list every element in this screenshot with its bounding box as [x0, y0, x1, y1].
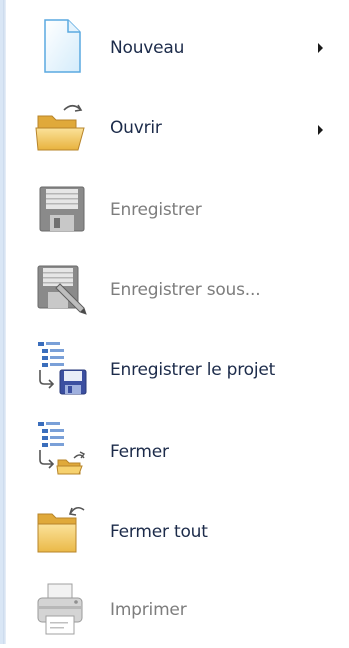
menu-item-label: Enregistrer [110, 200, 202, 220]
new-document-icon [34, 18, 90, 74]
menu-item-new[interactable]: Nouveau [0, 8, 349, 88]
menu-item-label: Imprimer [110, 600, 187, 620]
close-project-icon [34, 420, 90, 476]
menu-item-save[interactable]: Enregistrer [0, 168, 349, 248]
menu-item-open[interactable]: Ouvrir [0, 88, 349, 168]
submenu-arrow-icon [318, 43, 323, 53]
menu-item-label: Fermer [110, 442, 169, 462]
menu-item-label: Ouvrir [110, 118, 162, 138]
save-as-icon [34, 262, 90, 318]
menu-item-close[interactable]: Fermer [0, 408, 349, 488]
menu-item-save-project[interactable]: Enregistrer le projet [0, 328, 349, 408]
open-folder-icon [34, 100, 90, 156]
printer-icon [34, 582, 90, 638]
save-project-icon [34, 340, 90, 396]
submenu-arrow-icon [318, 125, 323, 135]
menu-item-print[interactable]: Imprimer [0, 568, 349, 648]
menu-item-save-as[interactable]: Enregistrer sous... [0, 248, 349, 328]
file-menu: Nouveau Ouvrir Enregistrer Enregistrer s… [0, 0, 349, 644]
menu-item-label: Enregistrer le projet [110, 360, 276, 380]
save-icon [34, 181, 90, 237]
menu-item-label: Nouveau [110, 38, 185, 58]
menu-item-close-all[interactable]: Fermer tout [0, 488, 349, 568]
close-all-folder-icon [34, 502, 90, 558]
menu-item-label: Fermer tout [110, 522, 208, 542]
menu-item-label: Enregistrer sous... [110, 280, 261, 300]
